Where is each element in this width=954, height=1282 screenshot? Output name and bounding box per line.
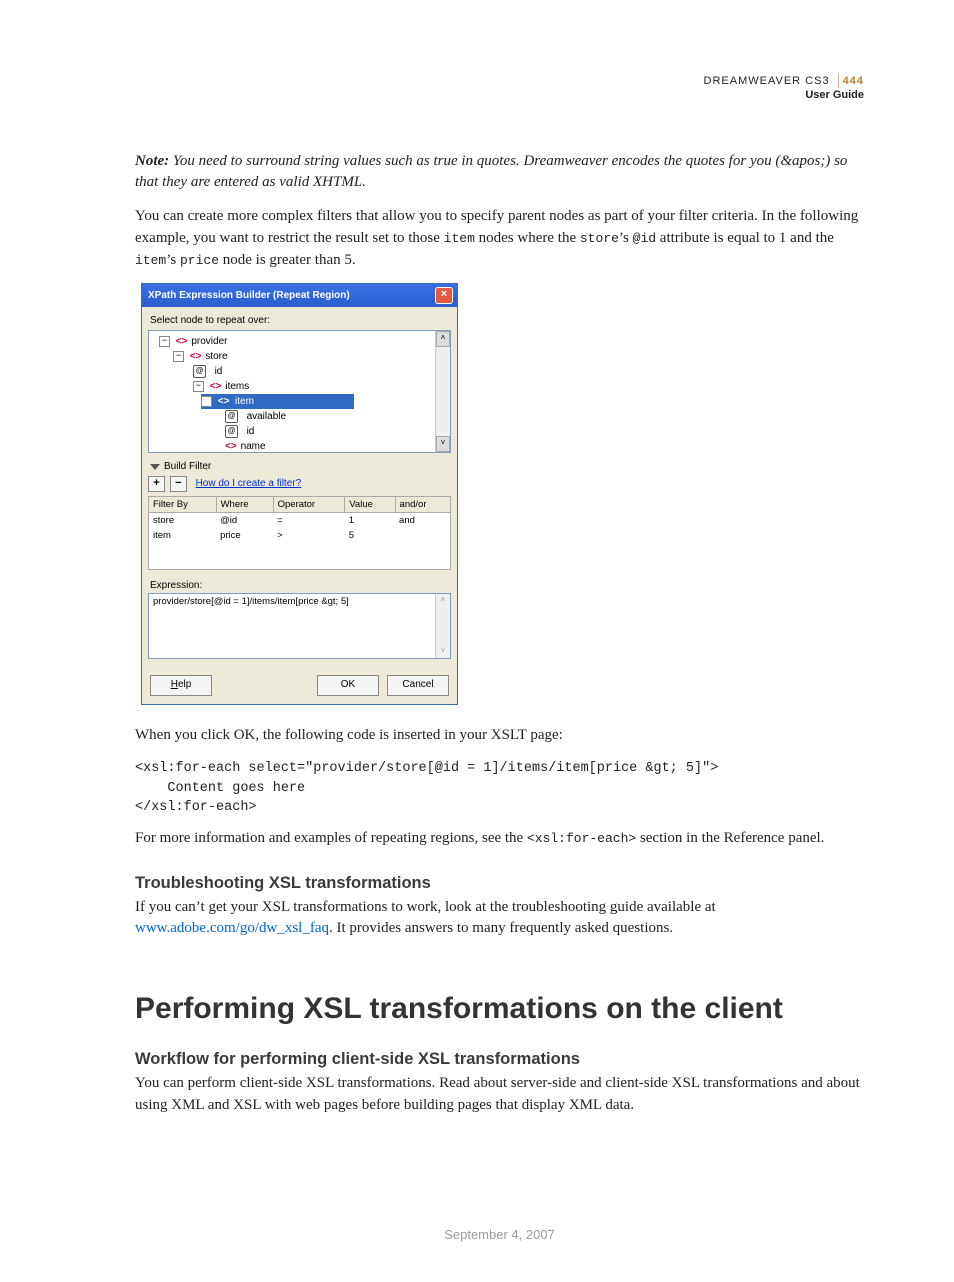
ok-button[interactable]: OK	[317, 675, 379, 696]
troubleshooting-heading: Troubleshooting XSL transformations	[135, 874, 864, 893]
remove-filter-button[interactable]: −	[170, 476, 187, 492]
close-icon[interactable]: ×	[435, 287, 453, 304]
help-button[interactable]: Help	[150, 675, 212, 696]
add-filter-button[interactable]: +	[148, 476, 165, 492]
note-paragraph: Note: You need to surround string values…	[135, 151, 864, 195]
element-icon: <>	[225, 439, 235, 453]
code-foreach: <xsl:for-each>	[527, 831, 636, 846]
col-value: Value	[345, 497, 395, 513]
expression-value: provider/store[@id = 1]/items/item[price…	[153, 596, 349, 607]
code-store: store	[580, 231, 619, 246]
code-price: price	[180, 253, 219, 268]
disclosure-triangle-icon[interactable]	[150, 464, 160, 470]
attribute-icon: @	[225, 425, 238, 438]
xml-tree[interactable]: − <> provider − <> store @ id − <> items…	[148, 330, 451, 453]
collapse-icon[interactable]: −	[173, 351, 184, 362]
select-node-label: Select node to repeat over:	[150, 315, 451, 326]
table-row[interactable]: store @id = 1 and	[149, 513, 451, 529]
product-name: DREAMWEAVER CS3	[704, 75, 830, 87]
filter-table: Filter By Where Operator Value and/or st…	[148, 496, 451, 570]
col-filter-by: Filter By	[149, 497, 217, 513]
expression-label: Expression:	[150, 580, 451, 591]
tree-scrollbar[interactable]: ˄ ˅	[435, 331, 450, 452]
tree-selected-item[interactable]: − <> item	[201, 394, 354, 409]
scroll-up-icon[interactable]: ˄	[436, 331, 450, 347]
xpath-builder-dialog: XPath Expression Builder (Repeat Region)…	[141, 283, 458, 705]
code-item: item	[444, 231, 475, 246]
code-item2: item	[135, 253, 166, 268]
col-andor: and/or	[395, 497, 450, 513]
note-label: Note:	[135, 153, 169, 169]
collapse-icon[interactable]: −	[201, 396, 212, 407]
element-icon: <>	[176, 334, 186, 349]
code-block: <xsl:for-each select="provider/store[@id…	[135, 759, 864, 818]
build-filter-header[interactable]: Build Filter	[150, 461, 451, 472]
table-row[interactable]: item price > 5	[149, 528, 451, 543]
scroll-up-icon[interactable]: ˄	[436, 594, 450, 607]
troubleshooting-paragraph: If you can’t get your XSL transformation…	[135, 897, 864, 941]
running-header: DREAMWEAVER CS3 444 User Guide	[135, 74, 864, 103]
table-header-row: Filter By Where Operator Value and/or	[149, 497, 451, 513]
more-info-paragraph: For more information and examples of rep…	[135, 828, 864, 850]
workflow-heading: Workflow for performing client-side XSL …	[135, 1050, 864, 1069]
intro-paragraph: You can create more complex filters that…	[135, 206, 864, 271]
col-where: Where	[216, 497, 273, 513]
element-icon: <>	[210, 379, 220, 394]
cancel-button[interactable]: Cancel	[387, 675, 449, 696]
collapse-icon[interactable]: −	[159, 336, 170, 347]
filter-help-link[interactable]: How do I create a filter?	[196, 478, 302, 489]
guide-name: User Guide	[805, 89, 864, 101]
attribute-icon: @	[193, 365, 206, 378]
scroll-down-icon[interactable]: ˅	[436, 645, 450, 658]
workflow-paragraph: You can perform client-side XSL transfor…	[135, 1073, 864, 1117]
col-operator: Operator	[273, 497, 345, 513]
expression-textarea[interactable]: provider/store[@id = 1]/items/item[price…	[148, 593, 451, 659]
note-body: You need to surround string values such …	[135, 153, 847, 191]
after-dialog-paragraph: When you click OK, the following code is…	[135, 725, 864, 747]
dialog-title: XPath Expression Builder (Repeat Region)	[148, 290, 350, 301]
page-number: 444	[838, 74, 864, 88]
element-icon: <>	[218, 396, 230, 407]
attribute-icon: @	[225, 410, 238, 423]
scroll-down-icon[interactable]: ˅	[436, 436, 450, 452]
footer-date: September 4, 2007	[135, 1227, 864, 1242]
element-icon: <>	[190, 349, 200, 364]
faq-link[interactable]: www.adobe.com/go/dw_xsl_faq	[135, 920, 329, 936]
expression-scrollbar[interactable]: ˄ ˅	[435, 594, 450, 658]
code-id-attr: @id	[633, 231, 656, 246]
collapse-icon[interactable]: −	[193, 381, 204, 392]
section-heading: Performing XSL transformations on the cl…	[135, 992, 864, 1026]
dialog-titlebar[interactable]: XPath Expression Builder (Repeat Region)…	[142, 284, 457, 307]
